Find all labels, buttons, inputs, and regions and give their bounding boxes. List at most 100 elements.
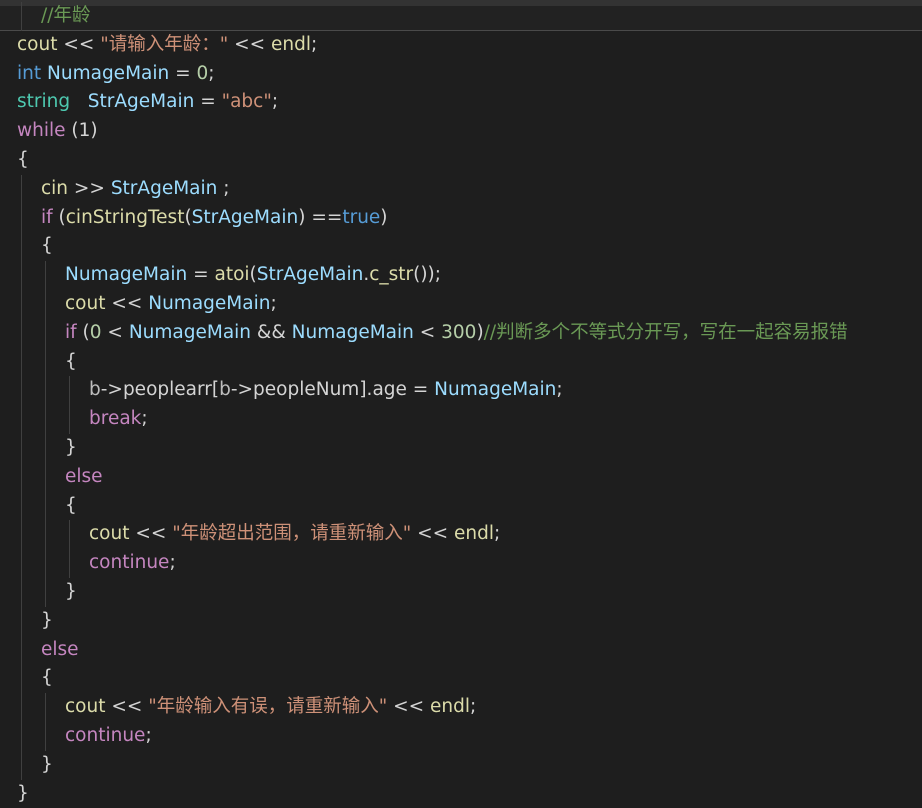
code-line[interactable]: else <box>0 462 922 492</box>
code-token: NumageMain <box>128 321 252 343</box>
code-line[interactable]: b->peoplearr[b->peopleNum].age = NumageM… <box>0 376 922 406</box>
code-token: << <box>387 696 431 718</box>
code-token: "请输入年龄：" <box>100 33 229 55</box>
line-content: cout << NumageMain; <box>65 290 277 319</box>
line-content: cout << "年龄超出范围，请重新输入" << endl; <box>89 520 500 549</box>
indent-guide <box>21 289 22 319</box>
code-token: b <box>219 379 231 401</box>
code-token: int <box>17 62 42 84</box>
indent-guide <box>45 549 46 578</box>
code-token: else <box>41 638 79 660</box>
code-token: else <box>65 465 103 487</box>
code-token: { <box>65 494 77 516</box>
code-line[interactable]: } <box>0 606 922 636</box>
code-token: while <box>17 120 66 142</box>
code-token: >> <box>68 177 111 199</box>
code-token: ; <box>217 177 230 199</box>
line-content: cout << "请输入年龄：" << endl; <box>17 31 317 60</box>
indent-guide <box>45 318 46 348</box>
code-line[interactable]: break; <box>0 405 922 434</box>
indent-guide <box>45 693 46 722</box>
code-line[interactable]: { <box>0 146 922 175</box>
code-line[interactable]: { <box>0 491 922 521</box>
code-line[interactable]: } <box>0 433 922 463</box>
code-editor[interactable]: //年龄 cout << "请输入年龄：" << endl; int NumageM… <box>0 0 922 808</box>
code-token: StrAgeMain <box>191 206 299 228</box>
code-line[interactable]: cout << "年龄超出范围，请重新输入" << endl; <box>0 520 922 550</box>
code-token: ; <box>311 33 318 55</box>
indent-guide <box>21 347 22 377</box>
code-token: continue <box>89 552 170 574</box>
line-content: else <box>65 463 103 492</box>
code-token: ( <box>76 321 90 343</box>
code-token: ; <box>556 379 563 401</box>
code-line[interactable]: continue; <box>0 549 922 578</box>
code-token: endl <box>430 696 471 718</box>
code-token: && <box>251 321 292 343</box>
code-token: break <box>89 408 142 430</box>
code-line[interactable]: else <box>0 635 922 665</box>
code-token: 0 <box>89 321 102 343</box>
line-content: continue; <box>89 549 176 578</box>
code-token: endl <box>454 523 495 545</box>
code-token: = <box>194 91 222 113</box>
code-token: = <box>406 379 435 401</box>
code-line[interactable]: //年龄 <box>0 2 922 31</box>
code-line[interactable]: { <box>0 232 922 262</box>
code-token: 0 <box>196 62 209 84</box>
code-line[interactable]: cout << "请输入年龄：" << endl; <box>0 31 922 60</box>
indent-guide <box>69 549 70 578</box>
code-token: age <box>372 379 407 401</box>
code-line[interactable]: if (0 < NumageMain && NumageMain < 300)/… <box>0 318 922 348</box>
code-token: < <box>101 321 129 343</box>
code-line[interactable]: { <box>0 347 922 377</box>
code-token: peopleNum <box>253 379 360 401</box>
line-content: { <box>17 146 29 175</box>
code-token: ( <box>249 264 257 286</box>
code-area[interactable]: //年龄 cout << "请输入年龄：" << endl; int NumageM… <box>0 2 922 808</box>
indent-guide <box>69 405 70 434</box>
indent-guide <box>45 577 46 607</box>
indent-guide <box>21 203 22 233</box>
line-content: } <box>65 578 77 607</box>
code-token: ; <box>271 91 279 113</box>
code-token: c_str <box>369 264 414 286</box>
code-line[interactable]: int NumageMain = 0; <box>0 60 922 89</box>
code-token: cin <box>41 177 69 199</box>
indent-guide <box>21 577 22 607</box>
code-token: NumageMain <box>47 62 170 84</box>
code-token: true <box>342 206 381 228</box>
indent-guide <box>21 491 22 521</box>
code-token: -> <box>230 379 254 401</box>
code-token: ()); <box>413 264 442 286</box>
code-line[interactable]: } <box>0 577 922 607</box>
code-token: //判断多个不等式分开写，写在一起容易报错 <box>483 321 848 343</box>
code-token: << <box>105 292 149 314</box>
code-line[interactable]: cout << NumageMain; <box>0 289 922 319</box>
indent-guide <box>21 549 22 578</box>
line-content: } <box>17 780 29 808</box>
indent-guide <box>45 462 46 492</box>
code-line[interactable]: while (1) <box>0 117 922 146</box>
code-line[interactable]: { <box>0 664 922 694</box>
indent-guide <box>21 721 22 751</box>
code-line[interactable]: if (cinStringTest(StrAgeMain) ==true) <box>0 203 922 233</box>
code-line[interactable]: } <box>0 780 922 808</box>
code-token: (1) <box>65 120 98 142</box>
indent-guide <box>45 289 46 319</box>
indent-guide <box>21 462 22 492</box>
code-line[interactable]: NumageMain = atoi(StrAgeMain.c_str()); <box>0 261 922 290</box>
line-content: if (0 < NumageMain && NumageMain < 300)/… <box>65 319 848 348</box>
code-line[interactable]: } <box>0 750 922 780</box>
line-content: break; <box>89 405 148 434</box>
indent-guide <box>45 491 46 521</box>
code-token: } <box>41 753 53 775</box>
code-token: << <box>105 696 149 718</box>
code-line[interactable]: string StrAgeMain = "abc"; <box>0 88 922 117</box>
code-line[interactable]: cin >> StrAgeMain ; <box>0 174 922 204</box>
code-line[interactable]: cout << "年龄输入有误，请重新输入" << endl; <box>0 693 922 722</box>
code-token: NumageMain <box>291 321 414 343</box>
code-line[interactable]: continue; <box>0 721 922 751</box>
indent-guide <box>45 721 46 751</box>
